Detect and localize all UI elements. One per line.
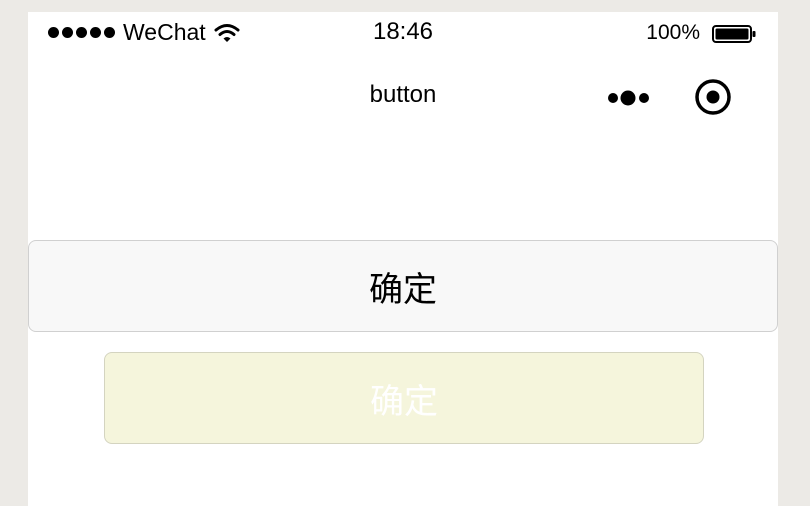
page-title: button: [369, 81, 437, 108]
confirm-button-label: 确定: [369, 269, 437, 310]
battery-icon: [712, 25, 756, 43]
status-bar: WeChat 18:46 100%: [28, 12, 778, 52]
more-icon[interactable]: [606, 88, 652, 108]
close-icon[interactable]: [694, 78, 732, 116]
confirm-button[interactable]: 确定: [28, 240, 778, 332]
phone-screen: WeChat 18:46 100% button 确定 确定: [28, 12, 778, 506]
confirm-button-disabled-label: 确定: [370, 381, 438, 422]
confirm-button-disabled[interactable]: 确定: [104, 352, 704, 444]
battery-percent: 100%: [646, 21, 700, 44]
